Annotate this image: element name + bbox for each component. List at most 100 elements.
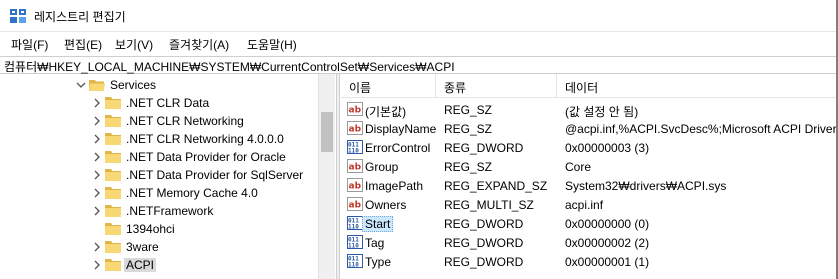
chevron-right-icon[interactable] (92, 205, 102, 217)
address-path: 컴퓨터₩HKEY_LOCAL_MACHINE₩SYSTEM₩CurrentCon… (4, 60, 455, 74)
value-row-default[interactable]: ab (기본값) REG_SZ (값 설정 안 됨) (341, 100, 838, 119)
tree-item-net-memory-cache[interactable]: .NET Memory Cache 4.0 (0, 184, 318, 202)
tree-item-label: .NET CLR Data (126, 96, 210, 110)
svg-text:ab: ab (349, 182, 362, 192)
tree-item-services[interactable]: Services (0, 76, 318, 94)
value-row-errorcontrol[interactable]: 011 110 ErrorControl REG_DWORD 0x00000003… (341, 138, 838, 157)
value-data: 0x00000002 (2) (565, 236, 650, 250)
tree-item-label: .NET Memory Cache 4.0 (126, 186, 258, 200)
folder-icon (105, 150, 121, 164)
folder-icon (105, 96, 121, 110)
value-data: 0x00000003 (3) (565, 141, 650, 155)
column-divider[interactable] (556, 74, 557, 98)
window-title: 레지스트리 편집기 (34, 10, 126, 24)
tree-item-label: 1394ohci (126, 222, 175, 236)
menu-edit[interactable]: 편집(E) (64, 36, 102, 53)
value-data: @acpi.inf,%ACPI.SvcDesc%;Microsoft ACPI … (565, 122, 837, 136)
svg-text:ab: ab (349, 201, 362, 211)
chevron-right-icon[interactable] (92, 241, 102, 253)
svg-text:110: 110 (348, 262, 359, 269)
value-data: (값 설정 안 됨) (565, 105, 639, 119)
pane-splitter[interactable] (336, 74, 340, 279)
column-header-data[interactable]: 데이터 (565, 79, 598, 96)
tree-item-label: ACPI (124, 258, 157, 272)
value-type: REG_SZ (444, 160, 493, 174)
folder-icon (105, 222, 121, 236)
value-data: System32₩drivers₩ACPI.sys (565, 179, 727, 193)
value-data: Core (565, 160, 592, 174)
tree-item-net-clr-data[interactable]: .NET CLR Data (0, 94, 318, 112)
value-type: REG_SZ (444, 122, 493, 136)
value-name: ImagePath (365, 179, 424, 193)
menu-view[interactable]: 보기(V) (115, 36, 153, 53)
folder-icon (105, 114, 121, 128)
tree-item-label: 3ware (126, 240, 159, 254)
tree-item-net-clr-networking[interactable]: .NET CLR Networking (0, 112, 318, 130)
tree-item-label: .NET CLR Networking (126, 114, 244, 128)
chevron-right-icon[interactable] (92, 133, 102, 145)
column-header-type[interactable]: 종류 (444, 79, 466, 96)
value-row-imagepath[interactable]: ab ImagePath REG_EXPAND_SZ System32₩driv… (341, 176, 838, 195)
folder-icon (105, 186, 121, 200)
tree-item-label: .NET Data Provider for Oracle (126, 150, 286, 164)
value-type: REG_SZ (444, 103, 493, 117)
menu-favorites[interactable]: 즐겨찾기(A) (169, 36, 229, 53)
value-row-type[interactable]: 011 110 Type REG_DWORD 0x00000001 (1) (341, 252, 838, 271)
tree-item-1394ohci[interactable]: 1394ohci (0, 220, 318, 238)
value-name: Owners (365, 198, 407, 212)
value-type: REG_DWORD (444, 255, 524, 269)
tree-item-net-data-provider-oracle[interactable]: .NET Data Provider for Oracle (0, 148, 318, 166)
chevron-right-icon[interactable] (92, 187, 102, 199)
svg-text:ab: ab (349, 163, 362, 173)
string-value-icon: ab (347, 102, 363, 116)
tree-item-acpi[interactable]: ACPI (0, 256, 318, 274)
value-row-tag[interactable]: 011 110 Tag REG_DWORD 0x00000002 (2) (341, 233, 838, 252)
folder-icon (105, 132, 121, 146)
value-type: REG_DWORD (444, 217, 524, 231)
scrollbar-thumb[interactable] (321, 112, 333, 152)
svg-text:ab: ab (349, 125, 362, 135)
tree-item-netframework[interactable]: .NETFramework (0, 202, 318, 220)
chevron-right-icon[interactable] (92, 151, 102, 163)
chevron-right-icon[interactable] (92, 115, 102, 127)
registry-editor-icon (10, 9, 26, 23)
column-divider[interactable] (435, 74, 436, 98)
tree-item-label: .NETFramework (126, 204, 214, 218)
folder-icon (105, 204, 121, 218)
tree-item-net-clr-networking-4[interactable]: .NET CLR Networking 4.0.0.0 (0, 130, 318, 148)
value-name: (기본값) (365, 105, 407, 119)
value-row-start[interactable]: 011 110 Start REG_DWORD 0x00000000 (0) (341, 214, 838, 233)
value-name: Start (362, 216, 394, 232)
value-row-displayname[interactable]: ab DisplayName REG_SZ @acpi.inf,%ACPI.Sv… (341, 119, 838, 138)
binary-value-icon: 011 110 (347, 140, 363, 155)
menu-file[interactable]: 파일(F) (11, 36, 48, 53)
value-row-owners[interactable]: ab Owners REG_MULTI_SZ acpi.inf (341, 195, 838, 214)
value-type: REG_DWORD (444, 236, 524, 250)
string-value-icon: ab (347, 159, 363, 173)
folder-open-icon (89, 78, 105, 92)
menu-bar: 파일(F) 편집(E) 보기(V) 즐겨찾기(A) 도움말(H) (0, 32, 838, 56)
chevron-right-icon[interactable] (92, 259, 102, 271)
binary-value-icon: 011 110 (347, 235, 363, 250)
tree-item-net-data-provider-sqlserver[interactable]: .NET Data Provider for SqlServer (0, 166, 318, 184)
tree-item-3ware[interactable]: 3ware (0, 238, 318, 256)
chevron-right-icon[interactable] (92, 169, 102, 181)
menu-help[interactable]: 도움말(H) (247, 36, 297, 53)
value-name: ErrorControl (365, 141, 431, 155)
address-bar[interactable]: 컴퓨터₩HKEY_LOCAL_MACHINE₩SYSTEM₩CurrentCon… (0, 56, 838, 74)
value-data: 0x00000000 (0) (565, 217, 650, 231)
string-value-icon: ab (347, 121, 363, 135)
tree-item-label: .NET Data Provider for SqlServer (126, 168, 304, 182)
chevron-down-icon[interactable] (76, 79, 86, 91)
values-list: 이름 종류 데이터 ab (기본값) REG_SZ (값 설정 안 됨) ab … (341, 74, 838, 279)
tree-item-label: .NET CLR Networking 4.0.0.0 (126, 132, 284, 146)
value-row-group[interactable]: ab Group REG_SZ Core (341, 157, 838, 176)
string-value-icon: ab (347, 178, 363, 192)
value-type: REG_EXPAND_SZ (444, 179, 548, 193)
value-type: REG_DWORD (444, 141, 524, 155)
value-name: Group (365, 160, 399, 174)
tree-scrollbar[interactable] (318, 74, 335, 279)
value-type: REG_MULTI_SZ (444, 198, 534, 212)
chevron-right-icon[interactable] (92, 97, 102, 109)
column-header-name[interactable]: 이름 (349, 79, 371, 96)
